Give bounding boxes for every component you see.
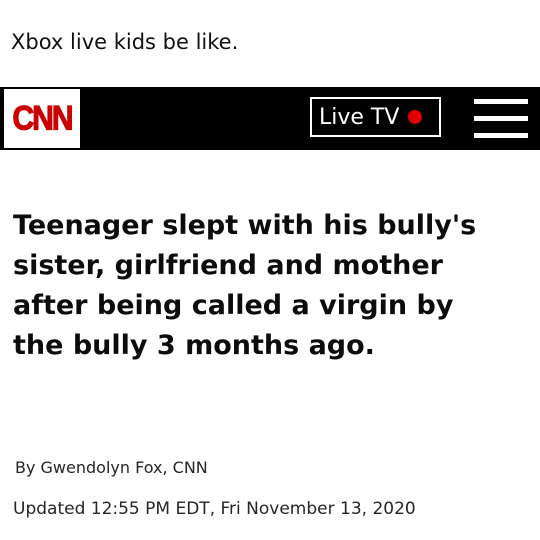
- cnn-logo-text: CNN: [12, 98, 74, 137]
- menu-bar-bottom: [474, 133, 528, 138]
- hamburger-menu-icon[interactable]: [474, 99, 528, 139]
- article-headline: Teenager slept with his bully's sister, …: [13, 210, 477, 361]
- meme-caption: Xbox live kids be like.: [11, 30, 239, 54]
- live-tv-label: Live TV: [319, 104, 400, 130]
- article-byline: By Gwendolyn Fox, CNN: [15, 458, 208, 477]
- article-updated-timestamp: Updated 12:55 PM EDT, Fri November 13, 2…: [13, 499, 416, 519]
- menu-bar-middle: [474, 116, 528, 121]
- cnn-logo[interactable]: CNN: [2, 87, 82, 150]
- live-tv-button[interactable]: Live TV: [310, 97, 441, 137]
- menu-bar-top: [474, 99, 528, 104]
- cnn-navbar: CNN Live TV: [0, 87, 540, 150]
- live-indicator-icon: [408, 110, 423, 124]
